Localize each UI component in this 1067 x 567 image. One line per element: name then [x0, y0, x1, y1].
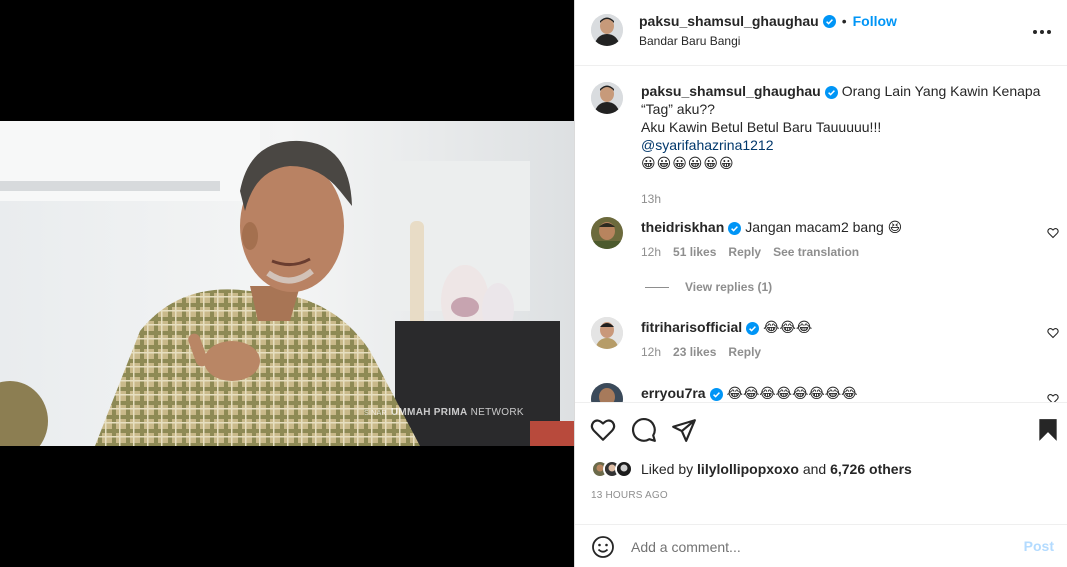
- post-details-panel: paksu_shamsul_ghaughau • Follow Bandar B…: [574, 0, 1067, 567]
- comment-like-heart-icon[interactable]: [1047, 393, 1059, 402]
- watermark-brand-text: UMMAH PRIMA: [390, 407, 468, 418]
- likes-prefix: Liked by: [641, 461, 694, 477]
- likes-text: Liked by lilylollipopxoxo and 6,726 othe…: [641, 461, 912, 477]
- view-replies-line: [645, 286, 669, 288]
- verified-badge-icon: [824, 85, 838, 99]
- more-options-icon[interactable]: [1030, 20, 1054, 44]
- comment-likes[interactable]: 51 likes: [673, 245, 716, 259]
- photo-illustration: [0, 121, 574, 446]
- comment-text: erryou7ra 😂😂😂😂😂😂😂😂: [641, 384, 857, 402]
- author-username[interactable]: paksu_shamsul_ghaughau: [639, 13, 819, 29]
- comment-body: Jangan macam2 bang 😆: [745, 219, 903, 235]
- likes-others-link[interactable]: 6,726 others: [830, 461, 912, 477]
- liker-username[interactable]: lilylollipopxoxo: [697, 461, 799, 477]
- caption-line-2: “Tag” aku??: [641, 101, 715, 117]
- comment-item: theidriskhan Jangan macam2 bang 😆 12h 51 …: [591, 217, 1061, 294]
- comment-meta: 12h 51 likes Reply See translation: [641, 245, 859, 259]
- post-header: paksu_shamsul_ghaughau • Follow Bandar B…: [575, 0, 1067, 66]
- likes-conj: and: [802, 461, 827, 477]
- comment-input[interactable]: [631, 536, 1011, 558]
- commenter-avatar[interactable]: [591, 383, 623, 402]
- comment-reply-button[interactable]: Reply: [728, 345, 761, 359]
- caption-time[interactable]: 13h: [641, 192, 661, 206]
- bookmark-icon[interactable]: [1035, 417, 1061, 443]
- comment-like-heart-icon[interactable]: [1047, 327, 1059, 339]
- commenter-avatar[interactable]: [591, 317, 623, 349]
- likes-summary: Liked by lilylollipopxoxo and 6,726 othe…: [591, 457, 912, 481]
- comment-meta: 12h 23 likes Reply: [641, 345, 761, 359]
- comment-body: 😂😂😂: [763, 319, 813, 335]
- comment-like-heart-icon[interactable]: [1047, 227, 1059, 239]
- heart-icon[interactable]: [590, 417, 616, 443]
- post-comment-button[interactable]: Post: [1024, 538, 1054, 554]
- post-caption: paksu_shamsul_ghaughau Orang Lain Yang Ka…: [591, 80, 1061, 206]
- view-replies-label: View replies (1): [685, 280, 773, 294]
- commenter-avatar[interactable]: [591, 217, 623, 249]
- verified-badge-icon: [822, 14, 836, 28]
- comment-username[interactable]: theidriskhan: [641, 219, 724, 235]
- watermark-small-text: SINAR: [364, 410, 387, 417]
- post-location[interactable]: Bandar Baru Bangi: [639, 34, 740, 48]
- caption-line-3: Aku Kawin Betul Betul Baru Tauuuuu!!!: [641, 119, 882, 135]
- caption-line-1: Orang Lain Yang Kawin Kenapa: [841, 83, 1041, 99]
- comment-item: erryou7ra 😂😂😂😂😂😂😂😂: [591, 383, 1061, 402]
- comment-likes[interactable]: 23 likes: [673, 345, 716, 359]
- verified-badge-icon: [709, 387, 723, 401]
- post-actions-bar: [575, 402, 1067, 456]
- comment-icon[interactable]: [631, 417, 657, 443]
- add-comment-bar: Post: [575, 524, 1067, 567]
- watermark-suffix-text: NETWORK: [470, 407, 524, 418]
- liker-avatar: [615, 460, 633, 478]
- comment-time[interactable]: 12h: [641, 345, 661, 359]
- comment-body: 😂😂😂😂😂😂😂😂: [726, 385, 858, 401]
- comments-list[interactable]: paksu_shamsul_ghaughau Orang Lain Yang Ka…: [575, 67, 1067, 402]
- caption-text: paksu_shamsul_ghaughau Orang Lain Yang Ka…: [641, 82, 1041, 172]
- comment-reply-button[interactable]: Reply: [728, 245, 761, 259]
- verified-badge-icon: [728, 221, 742, 235]
- post-media[interactable]: SINAR UMMAH PRIMA NETWORK: [0, 0, 574, 567]
- see-translation-button[interactable]: See translation: [773, 245, 859, 259]
- photo-watermark: SINAR UMMAH PRIMA NETWORK: [364, 407, 524, 418]
- caption-author-avatar[interactable]: [591, 82, 623, 114]
- paper-plane-icon[interactable]: [671, 417, 697, 443]
- emoji-icon[interactable]: [591, 535, 615, 559]
- separator-dot: •: [841, 13, 847, 29]
- verified-badge-icon: [746, 321, 760, 335]
- caption-emojis: 😀😀😀😀😀😀: [641, 155, 735, 171]
- post-photo: SINAR UMMAH PRIMA NETWORK: [0, 121, 574, 446]
- follow-button[interactable]: Follow: [853, 13, 897, 29]
- comment-text: fitriharisofficial 😂😂😂: [641, 318, 812, 336]
- post-timestamp[interactable]: 13 HOURS AGO: [591, 490, 668, 501]
- comment-text: theidriskhan Jangan macam2 bang 😆: [641, 218, 902, 236]
- comment-username[interactable]: fitriharisofficial: [641, 319, 742, 335]
- caption-mention-link[interactable]: @syarifahazrina1212: [641, 137, 774, 153]
- view-replies-button[interactable]: View replies (1): [645, 280, 772, 294]
- comment-item: fitriharisofficial 😂😂😂 12h 23 likes Reply: [591, 317, 1061, 367]
- caption-meta: 13h: [641, 192, 661, 206]
- comment-time[interactable]: 12h: [641, 245, 661, 259]
- caption-username[interactable]: paksu_shamsul_ghaughau: [641, 83, 821, 99]
- comment-username[interactable]: erryou7ra: [641, 385, 706, 401]
- author-avatar[interactable]: [591, 14, 623, 46]
